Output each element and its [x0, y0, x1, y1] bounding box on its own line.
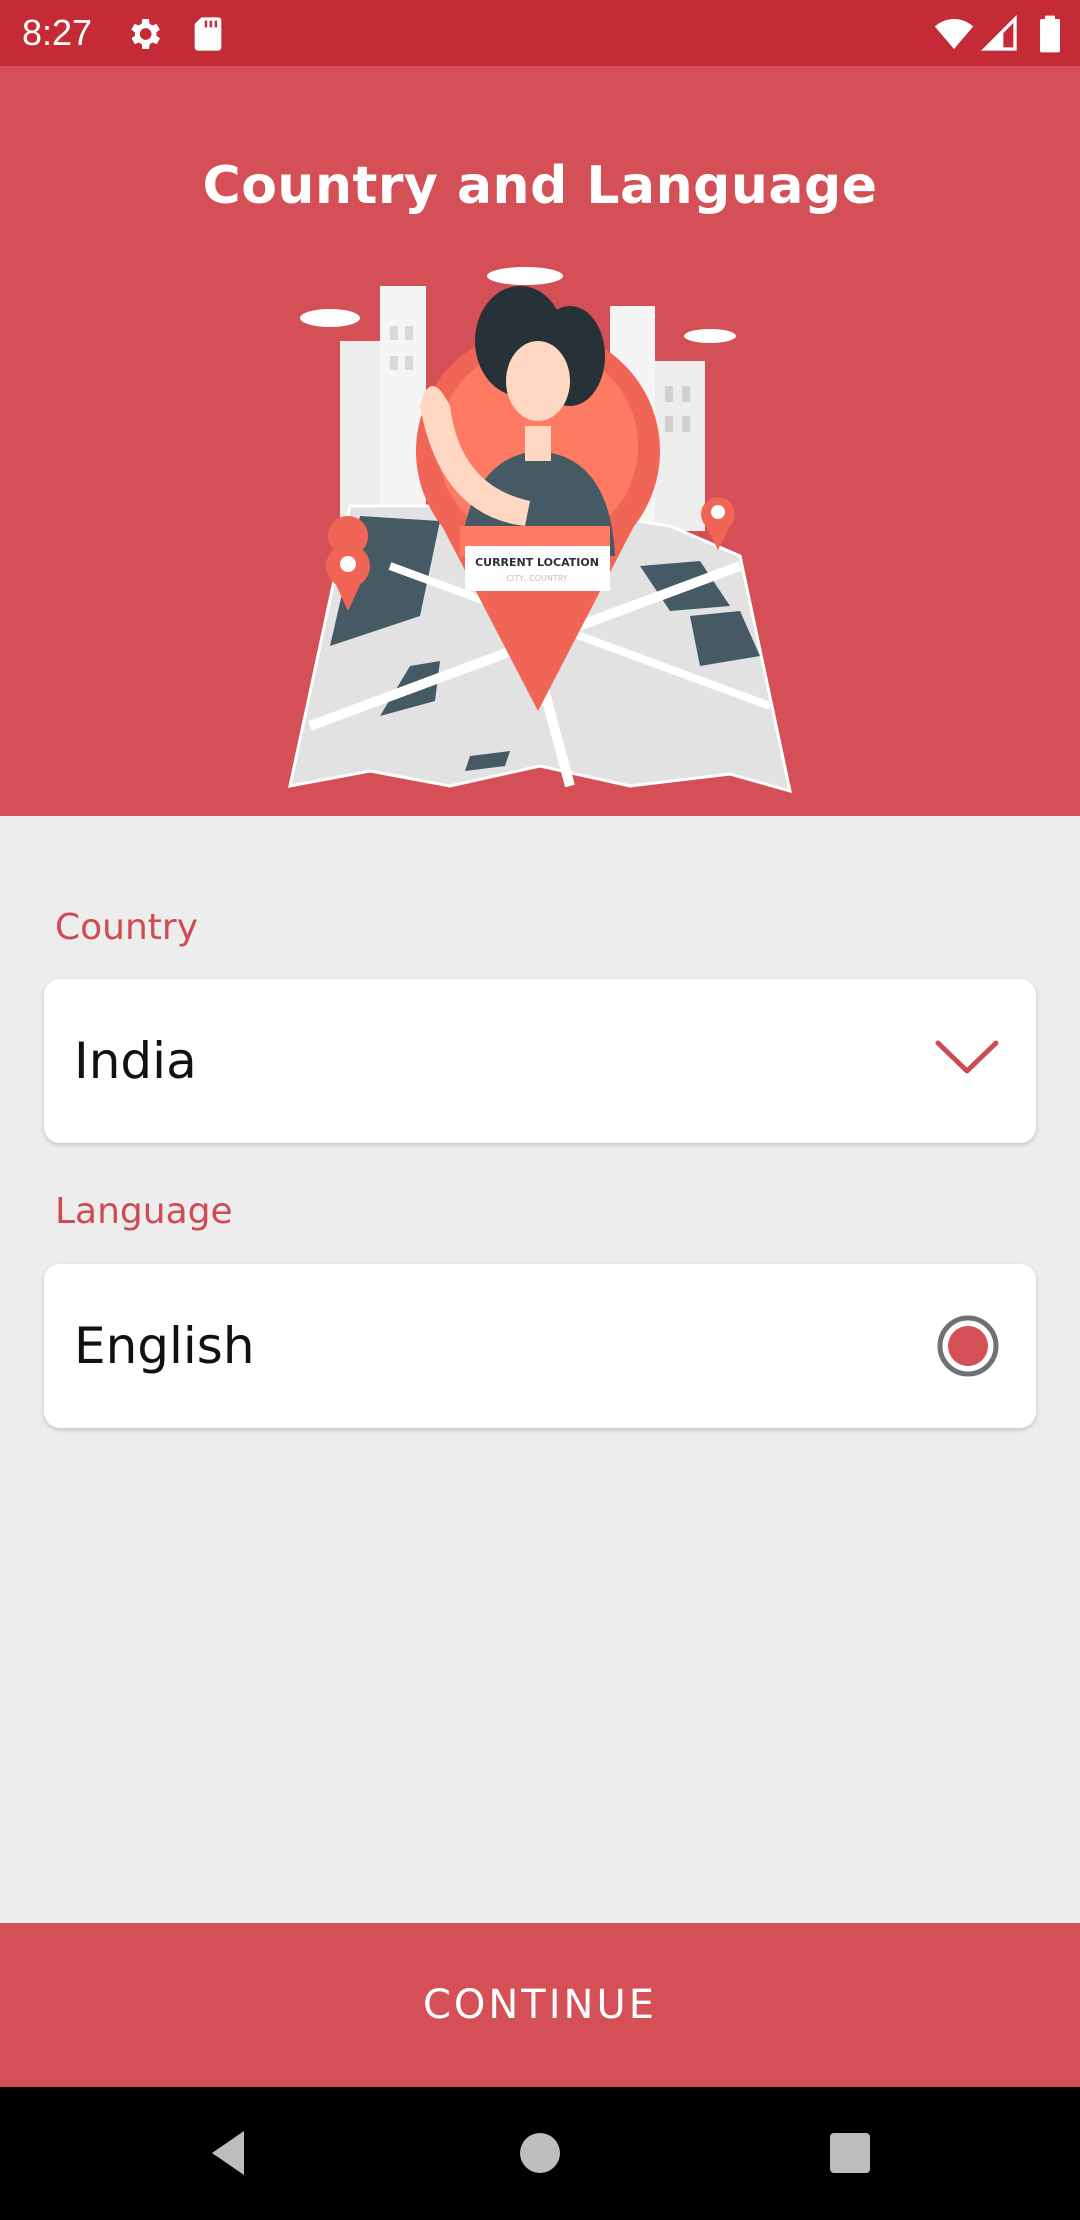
home-icon[interactable]	[510, 2123, 570, 2183]
continue-button[interactable]: CONTINUE	[0, 1923, 1080, 2087]
country-language-screen: 8:27 Country and Language CURRENT LOCATI…	[0, 0, 1080, 2220]
pin-label-title: CURRENT LOCATION	[475, 556, 599, 569]
navigation-bar	[0, 2087, 1080, 2220]
pin-label-subtitle: CITY, COUNTRY	[506, 574, 567, 583]
language-option[interactable]: English	[44, 1264, 1036, 1428]
gear-icon	[131, 19, 160, 49]
recents-icon[interactable]	[820, 2123, 880, 2183]
header-banner: Country and Language CURRENT LOCATION CI…	[0, 66, 1080, 816]
back-icon[interactable]	[200, 2123, 260, 2183]
location-illustration: CURRENT LOCATION CITY, COUNTRY	[288, 267, 792, 794]
wifi-icon	[934, 19, 974, 49]
sd-card-icon	[194, 17, 222, 51]
country-dropdown[interactable]: India	[44, 979, 1036, 1143]
status-time: 8:27	[22, 12, 93, 53]
language-label: Language	[55, 1191, 233, 1232]
country-value: India	[74, 1032, 197, 1090]
language-value: English	[74, 1317, 255, 1375]
country-label: Country	[55, 907, 199, 948]
signal-icon	[980, 14, 1017, 51]
battery-icon	[1040, 15, 1060, 53]
page-title: Country and Language	[202, 156, 878, 216]
chevron-down-icon	[935, 1040, 999, 1074]
radio-selected-icon[interactable]	[936, 1314, 1000, 1378]
status-bar: 8:27	[0, 0, 1080, 66]
